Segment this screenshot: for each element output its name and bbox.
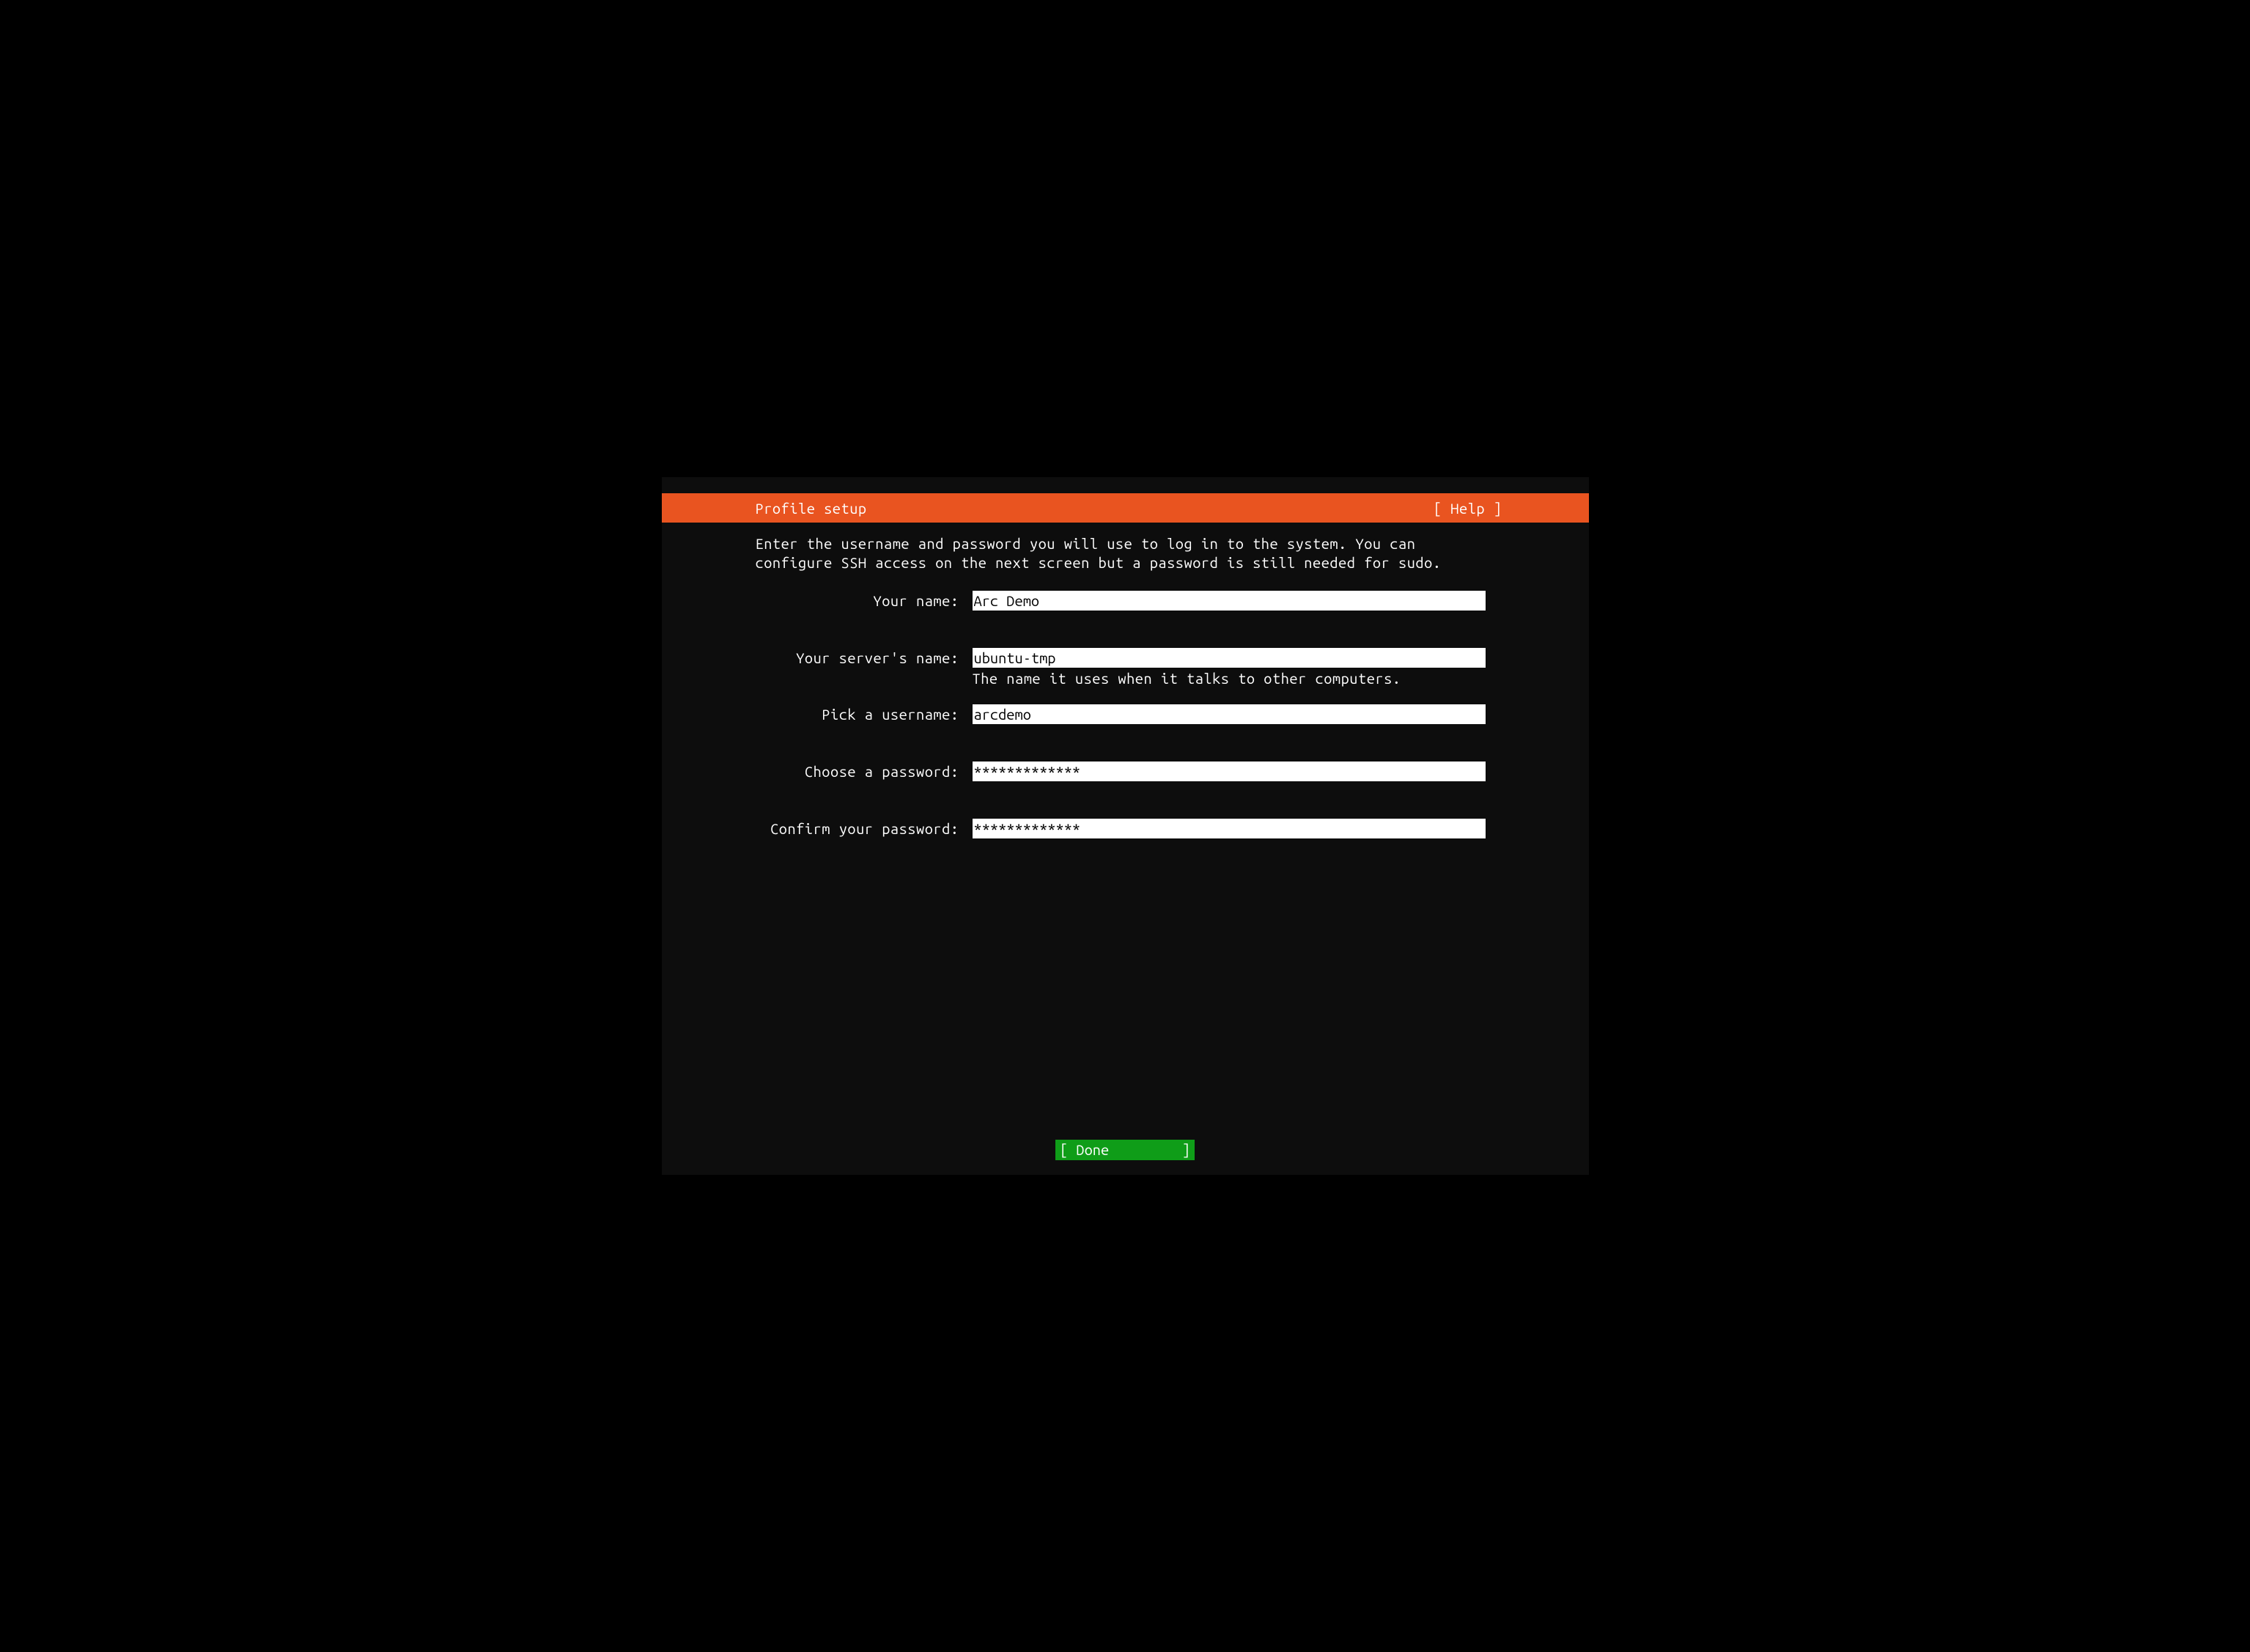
server-name-label: Your server's name: [756, 648, 973, 668]
done-button[interactable]: [ Done ] [1055, 1140, 1195, 1160]
your-name-label: Your name: [756, 591, 973, 611]
footer: [ Done ] [662, 1140, 1589, 1160]
installer-screen: Profile setup [ Help ] Enter the usernam… [662, 477, 1589, 1175]
username-label: Pick a username: [756, 704, 973, 725]
content-area: Enter the username and password you will… [662, 523, 1589, 839]
username-input[interactable] [973, 704, 1486, 724]
username-row: Pick a username: [756, 704, 1495, 725]
page-title: Profile setup [756, 500, 867, 517]
confirm-password-row: Confirm your password: [756, 819, 1495, 839]
done-bracket-close: ] [1182, 1140, 1190, 1160]
help-button[interactable]: [ Help ] [1434, 500, 1502, 517]
password-label: Choose a password: [756, 762, 973, 782]
title-bar: Profile setup [ Help ] [662, 493, 1589, 523]
server-name-input[interactable] [973, 648, 1486, 668]
server-name-hint: The name it uses when it talks to other … [973, 669, 1495, 688]
password-input[interactable] [973, 762, 1486, 781]
instructions-text: Enter the username and password you will… [756, 534, 1495, 573]
your-name-input[interactable] [973, 591, 1486, 611]
server-name-row: Your server's name: The name it uses whe… [756, 648, 1495, 688]
confirm-password-input[interactable] [973, 819, 1486, 838]
confirm-password-label: Confirm your password: [756, 819, 973, 839]
password-row: Choose a password: [756, 762, 1495, 782]
done-bracket-open: [ Done [1060, 1140, 1109, 1160]
your-name-row: Your name: [756, 591, 1495, 611]
